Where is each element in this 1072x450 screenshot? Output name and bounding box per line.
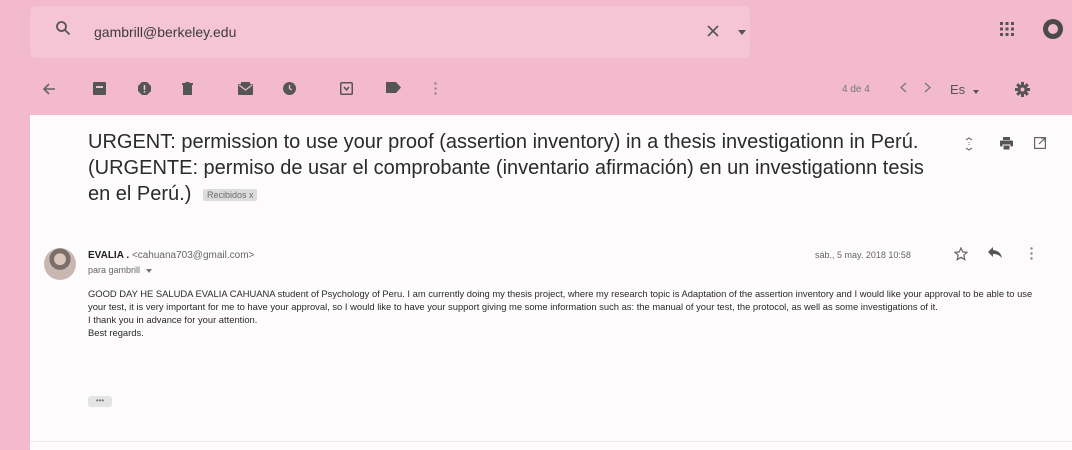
search-options-dropdown-icon[interactable]: [738, 30, 746, 35]
print-icon[interactable]: [1000, 137, 1013, 150]
more-vert-icon[interactable]: [434, 82, 437, 95]
reply-icon[interactable]: [988, 247, 1002, 258]
clear-search-icon[interactable]: [706, 24, 720, 38]
body-closing: Best regards.: [88, 327, 144, 338]
recipient-text: para gambrill: [88, 265, 141, 275]
star-icon[interactable]: [954, 247, 968, 261]
search-bar: [30, 6, 750, 58]
apps-grid-icon[interactable]: [1000, 22, 1014, 36]
report-spam-icon[interactable]: [138, 82, 151, 95]
snooze-icon[interactable]: [283, 82, 296, 95]
search-input[interactable]: [94, 20, 654, 44]
label-icon[interactable]: [386, 82, 401, 93]
recipient-details-toggle[interactable]: para gambrill: [88, 265, 152, 275]
language-label: Es: [950, 82, 966, 97]
pagination-text: 4 de 4: [842, 84, 870, 95]
language-dropdown-icon: [972, 90, 979, 94]
open-new-window-icon[interactable]: [1034, 137, 1046, 149]
recipient-dropdown-icon: [145, 269, 152, 273]
sender-email: <cahuana703@gmail.com>: [131, 250, 255, 261]
email-date: sáb., 5 may. 2018 10:58: [815, 250, 911, 260]
inbox-label-chip[interactable]: Recibidos x: [202, 188, 258, 201]
body-paragraph: GOOD DAY HE SALUDA EVALIA CAHUANA studen…: [88, 288, 1033, 312]
sender-name[interactable]: EVALIA .: [88, 250, 129, 261]
email-body: GOOD DAY HE SALUDA EVALIA CAHUANA studen…: [88, 287, 1048, 339]
divider: [30, 441, 1072, 442]
show-trimmed-content-button[interactable]: •••: [88, 396, 112, 407]
newer-chevron-icon[interactable]: [900, 82, 907, 93]
archive-icon[interactable]: [93, 82, 106, 95]
move-to-icon[interactable]: [340, 82, 353, 95]
older-chevron-icon[interactable]: [924, 82, 931, 93]
email-subject: URGENT: permission to use your proof (as…: [88, 129, 948, 207]
search-icon[interactable]: [55, 20, 71, 36]
email-card: URGENT: permission to use your proof (as…: [30, 115, 1072, 450]
mark-unread-icon[interactable]: [238, 82, 253, 95]
sender-avatar: [44, 248, 76, 280]
account-avatar-icon[interactable]: [1042, 18, 1064, 40]
body-thanks: I thank you in advance for your attentio…: [88, 314, 258, 325]
message-more-icon[interactable]: [1030, 247, 1033, 260]
settings-gear-icon[interactable]: [1015, 82, 1030, 97]
back-arrow-icon[interactable]: [42, 82, 56, 96]
sender-line: EVALIA . <cahuana703@gmail.com>: [88, 250, 254, 261]
expand-all-icon[interactable]: [964, 137, 974, 151]
input-tools-button[interactable]: Es: [950, 80, 979, 100]
delete-icon[interactable]: [182, 82, 193, 95]
